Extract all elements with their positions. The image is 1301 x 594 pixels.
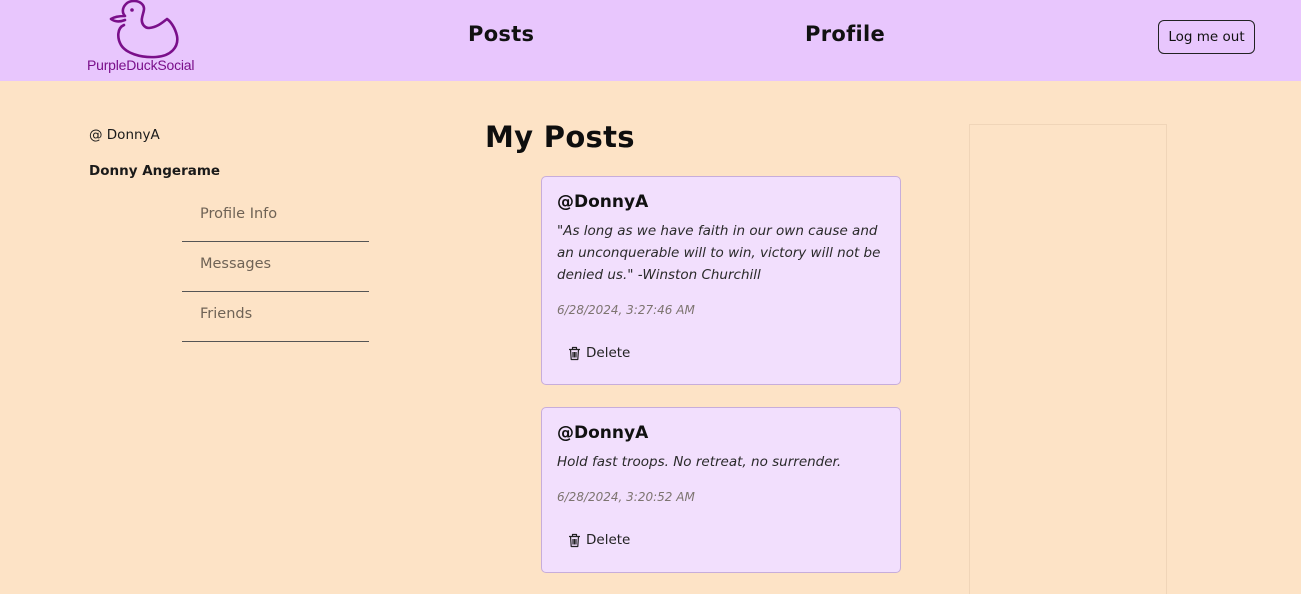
user-full-name: Donny Angerame [89, 163, 221, 179]
side-menu-item-messages[interactable]: Messages [182, 242, 369, 292]
page-title: My Posts [485, 120, 635, 154]
right-side-panel [969, 124, 1167, 594]
post-card: @DonnyA "As long as we have faith in our… [541, 176, 901, 385]
nav-posts-link[interactable]: Posts [468, 22, 534, 46]
trash-icon [569, 346, 580, 360]
delete-label: Delete [586, 532, 631, 548]
delete-label: Delete [586, 345, 631, 361]
logo[interactable]: PurpleDuckSocial [86, 0, 208, 78]
nav-profile-link[interactable]: Profile [805, 22, 885, 46]
side-menu-item-friends[interactable]: Friends [182, 292, 369, 342]
post-body: "As long as we have faith in our own cau… [557, 223, 881, 283]
post-card: @DonnyA Hold fast troops. No retreat, no… [541, 407, 901, 573]
delete-post-button[interactable]: Delete [568, 532, 630, 548]
post-author[interactable]: @DonnyA [557, 423, 648, 443]
trash-icon [569, 533, 580, 547]
post-body: Hold fast troops. No retreat, no surrend… [557, 454, 842, 470]
profile-side-menu: Profile Info Messages Friends [182, 192, 369, 342]
side-menu-item-profile-info[interactable]: Profile Info [182, 192, 369, 242]
user-handle: @ DonnyA [89, 127, 160, 143]
post-timestamp: 6/28/2024, 3:20:52 AM [557, 490, 695, 504]
navbar: PurpleDuckSocial Posts Profile Log me ou… [0, 0, 1301, 81]
delete-post-button[interactable]: Delete [568, 345, 630, 361]
logo-text: PurpleDuckSocial [87, 57, 195, 73]
post-author[interactable]: @DonnyA [557, 192, 648, 212]
duck-icon [109, 0, 179, 59]
logout-button[interactable]: Log me out [1158, 20, 1255, 54]
post-timestamp: 6/28/2024, 3:27:46 AM [557, 303, 695, 317]
